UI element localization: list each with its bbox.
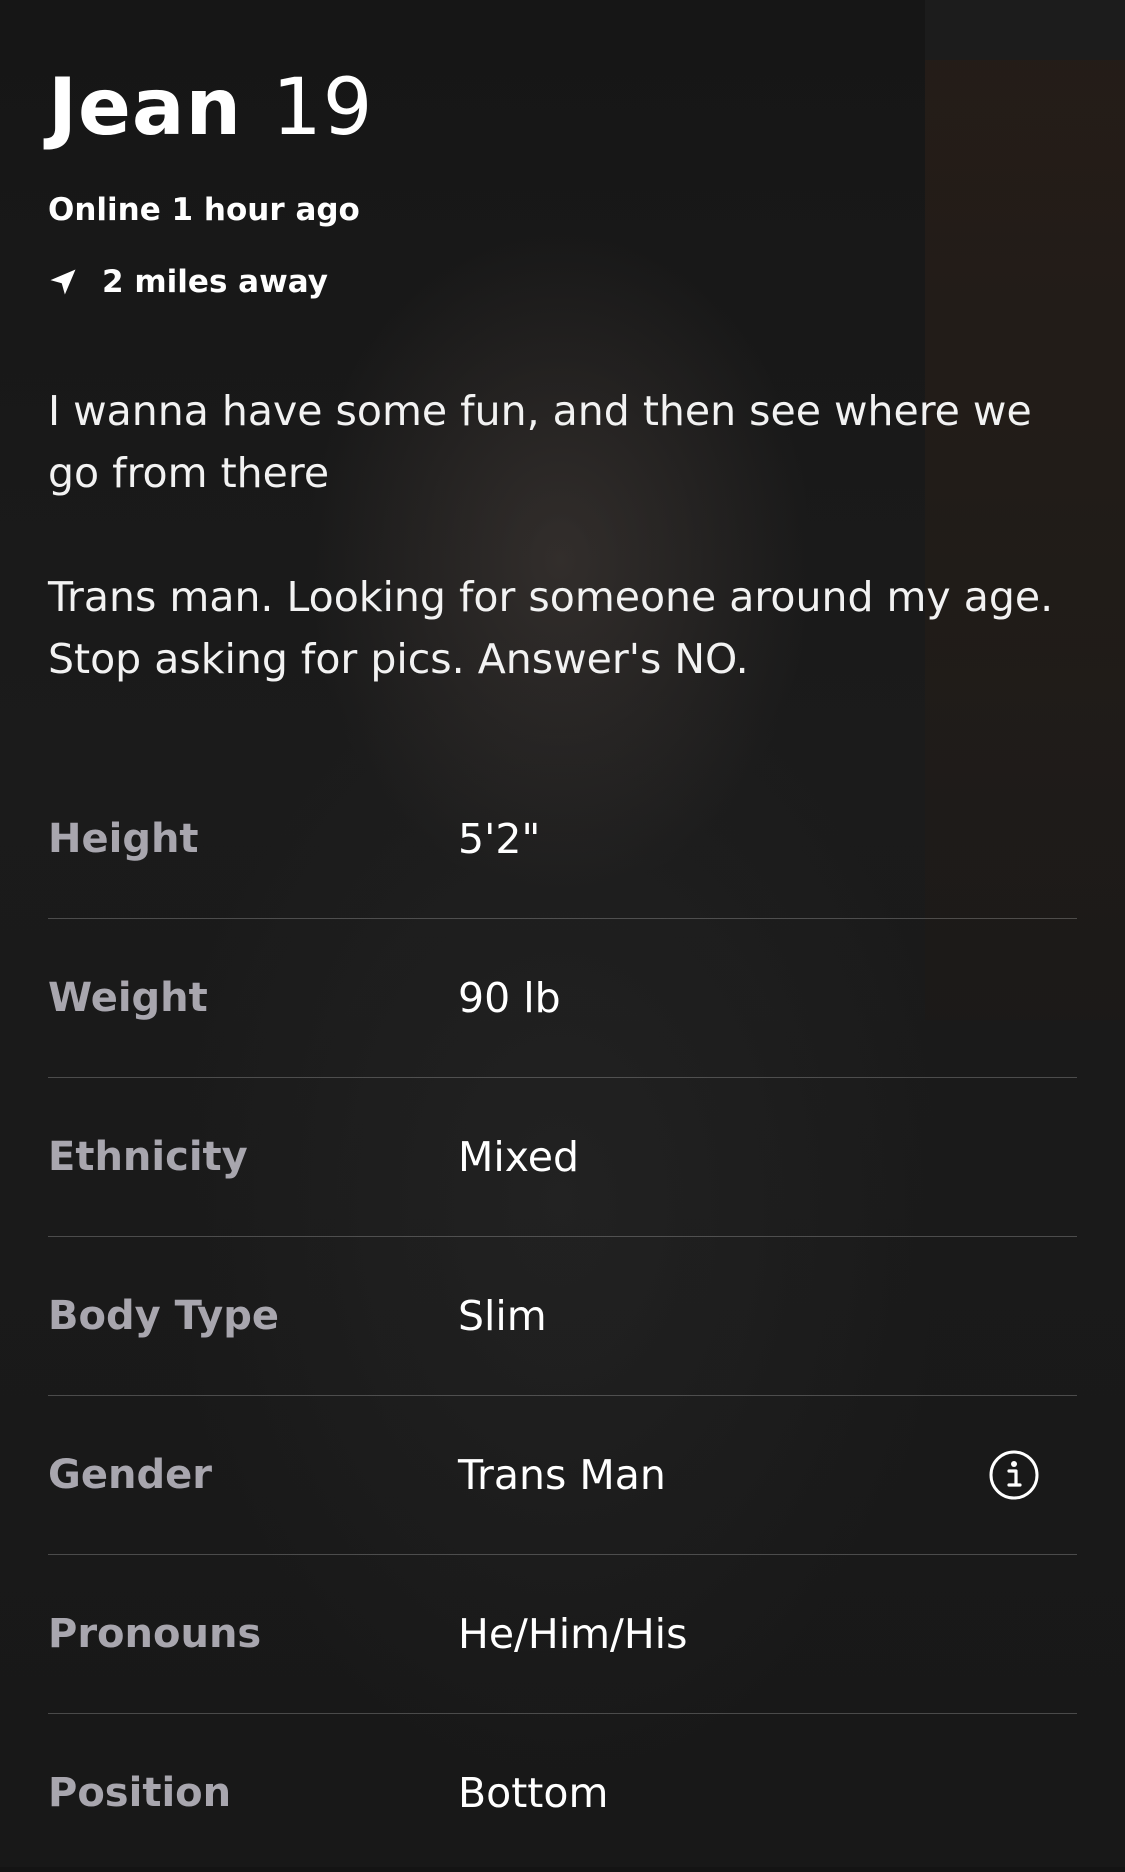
stat-label: Pronouns — [48, 1611, 262, 1657]
stat-row-height: Height 5'2" — [48, 760, 1077, 919]
profile-bio: I wanna have some fun, and then see wher… — [48, 380, 1077, 690]
location-arrow-icon — [50, 269, 76, 295]
stat-row-pronouns: Pronouns He/Him/His — [48, 1555, 1077, 1714]
stat-label: Gender — [48, 1452, 212, 1498]
stat-value: Bottom — [458, 1769, 609, 1817]
stat-value: 90 lb — [458, 974, 561, 1022]
profile-name: Jean — [48, 63, 243, 153]
background-shade — [925, 0, 1125, 60]
distance-text: 2 miles away — [102, 264, 328, 300]
stat-row-body-type: Body Type Slim — [48, 1237, 1077, 1396]
profile-age: 19 — [272, 63, 374, 153]
stat-row-weight: Weight 90 lb — [48, 919, 1077, 1078]
stat-value: Trans Man — [458, 1451, 666, 1499]
online-status: Online 1 hour ago — [48, 192, 360, 228]
distance-info: 2 miles away — [48, 262, 328, 302]
profile-stats-table: Height 5'2" Weight 90 lb Ethnicity Mixed… — [48, 760, 1077, 1872]
stat-label: Height — [48, 816, 199, 862]
profile-title: Jean 19 — [48, 58, 373, 158]
bio-paragraph: I wanna have some fun, and then see wher… — [48, 387, 1032, 497]
stat-label: Body Type — [48, 1293, 279, 1339]
stat-value: Mixed — [458, 1133, 580, 1181]
stat-value: He/Him/His — [458, 1610, 688, 1658]
stat-row-gender: Gender Trans Man — [48, 1396, 1077, 1555]
stat-label: Weight — [48, 975, 208, 1021]
stat-label: Position — [48, 1770, 232, 1816]
stat-label: Ethnicity — [48, 1134, 248, 1180]
stat-row-position: Position Bottom — [48, 1714, 1077, 1872]
stat-value: 5'2" — [458, 815, 541, 863]
stat-value: Slim — [458, 1292, 547, 1340]
stat-row-ethnicity: Ethnicity Mixed — [48, 1078, 1077, 1237]
bio-paragraph: Trans man. Looking for someone around my… — [48, 573, 1054, 683]
info-icon[interactable] — [989, 1450, 1039, 1500]
